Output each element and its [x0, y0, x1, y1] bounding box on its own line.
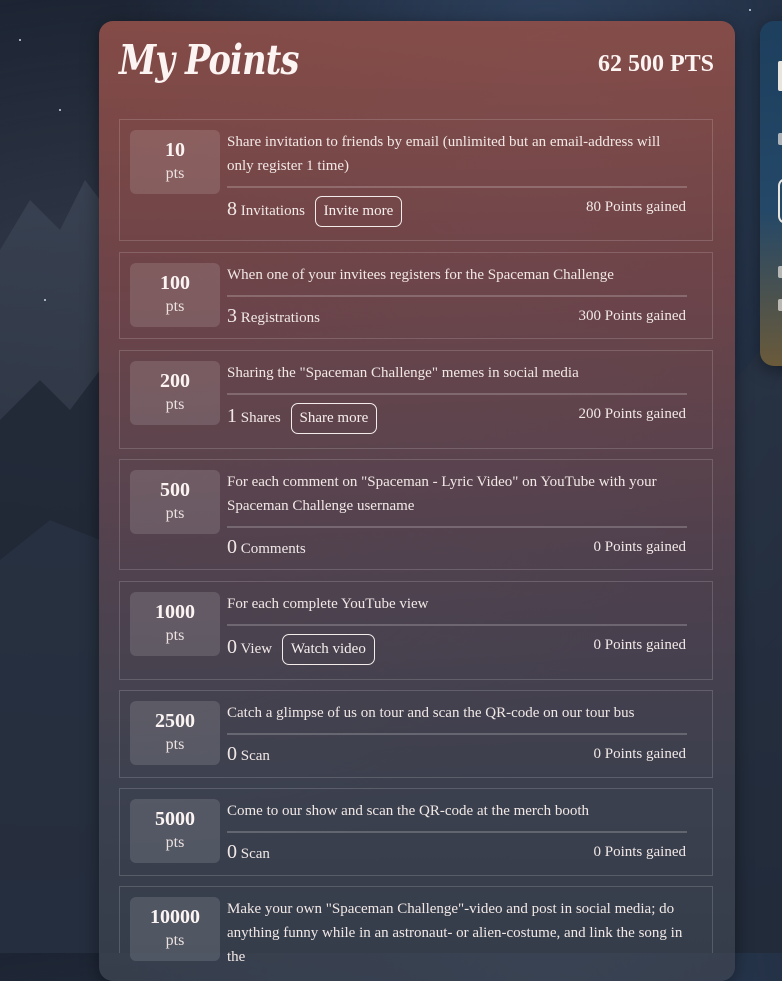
points-badge: 200 pts — [130, 361, 220, 425]
row-count: 0 — [227, 841, 237, 863]
share-more-button[interactable]: Share more — [290, 403, 378, 434]
points-gained: 300 Points gained — [578, 308, 687, 324]
row-stat: 3 Registrations — [227, 305, 320, 328]
points-unit: pts — [165, 834, 185, 851]
points-badge: 1000 pts — [130, 592, 220, 656]
row-divider — [227, 186, 687, 188]
side-card-button-fragment[interactable] — [778, 178, 782, 224]
points-value: 10000 — [150, 906, 200, 928]
row-description: Come to our show and scan the QR-code at… — [227, 803, 589, 819]
points-badge: 10 pts — [130, 130, 220, 194]
points-badge: 500 pts — [130, 470, 220, 534]
points-unit: pts — [165, 932, 185, 949]
row-count: 0 — [227, 536, 237, 558]
points-row: 1000 pts For each complete YouTube view … — [119, 581, 713, 680]
points-value: 200 — [160, 370, 190, 392]
points-gained: 200 Points gained — [578, 406, 687, 422]
row-divider — [227, 831, 687, 833]
points-row: 100 pts When one of your invitees regist… — [119, 252, 713, 339]
row-count: 0 — [227, 743, 237, 765]
points-badge: 100 pts — [130, 263, 220, 327]
row-description: For each complete YouTube view — [227, 596, 429, 612]
points-row: 5000 pts Come to our show and scan the Q… — [119, 788, 713, 876]
points-unit: pts — [165, 736, 185, 753]
row-count-label: Scan — [240, 846, 270, 862]
row-stat: 8 Invitations Invite more — [227, 196, 403, 227]
side-card-title-fragment — [778, 61, 782, 91]
page-title: My Points — [119, 36, 299, 84]
row-divider — [227, 393, 687, 395]
row-divider — [227, 733, 687, 735]
points-unit: pts — [165, 627, 185, 644]
row-divider — [227, 295, 687, 297]
points-value: 2500 — [155, 710, 195, 732]
points-gained: 0 Points gained — [593, 746, 687, 762]
row-count-label: Scan — [240, 748, 270, 764]
points-row: 10000 pts Make your own "Spaceman Challe… — [119, 886, 713, 965]
row-count: 8 — [227, 197, 237, 220]
row-description: When one of your invitees registers for … — [227, 267, 614, 283]
row-description: For each comment on "Spaceman - Lyric Vi… — [227, 474, 657, 514]
side-card-text-fragment — [778, 133, 782, 145]
side-card-text-fragment — [778, 299, 782, 311]
points-value: 5000 — [155, 808, 195, 830]
points-gained: 80 Points gained — [586, 199, 686, 215]
side-card-text-fragment — [778, 266, 782, 278]
points-badge: 10000 pts — [130, 897, 220, 961]
row-count-label: Invitations — [240, 202, 305, 219]
watch-video-button[interactable]: Watch video — [281, 634, 375, 665]
row-description: Share invitation to friends by email (un… — [227, 134, 661, 174]
points-row: 500 pts For each comment on "Spaceman - … — [119, 459, 713, 570]
row-stat: 0 Scan — [227, 841, 270, 864]
points-gained: 0 Points gained — [593, 539, 687, 555]
row-count: 1 — [227, 404, 237, 427]
total-points: 62 500 PTS — [597, 51, 714, 77]
row-count-label: Shares — [240, 409, 281, 426]
points-unit: pts — [165, 165, 185, 182]
row-stat: 0 View Watch video — [227, 634, 375, 665]
points-gained: 0 Points gained — [593, 637, 687, 653]
points-row: 200 pts Sharing the "Spaceman Challenge"… — [119, 350, 713, 449]
row-count: 3 — [227, 305, 237, 327]
points-badge: 5000 pts — [130, 799, 220, 863]
row-count-label: View — [240, 640, 273, 657]
points-unit: pts — [165, 505, 185, 522]
row-stat: 1 Shares Share more — [227, 403, 378, 434]
points-row: 10 pts Share invitation to friends by em… — [119, 119, 713, 241]
row-count-label: Comments — [240, 541, 306, 557]
points-value: 500 — [160, 479, 190, 501]
points-row: 2500 pts Catch a glimpse of us on tour a… — [119, 690, 713, 778]
row-stat: 0 Comments — [227, 536, 306, 559]
row-description: Make your own "Spaceman Challenge"-video… — [227, 901, 683, 965]
points-badge: 2500 pts — [130, 701, 220, 765]
points-unit: pts — [165, 298, 185, 315]
points-value: 10 — [165, 139, 185, 161]
row-count: 0 — [227, 635, 237, 658]
points-unit: pts — [165, 396, 185, 413]
row-divider — [227, 526, 687, 528]
points-value: 1000 — [155, 601, 195, 623]
row-description: Sharing the "Spaceman Challenge" memes i… — [227, 365, 579, 381]
points-gained: 0 Points gained — [593, 844, 687, 860]
points-value: 100 — [160, 272, 190, 294]
side-info-card — [760, 21, 782, 366]
row-description: Catch a glimpse of us on tour and scan t… — [227, 705, 635, 721]
row-divider — [227, 624, 687, 626]
invite-more-button[interactable]: Invite more — [314, 196, 403, 227]
row-stat: 0 Scan — [227, 743, 270, 766]
row-count-label: Registrations — [240, 310, 320, 326]
